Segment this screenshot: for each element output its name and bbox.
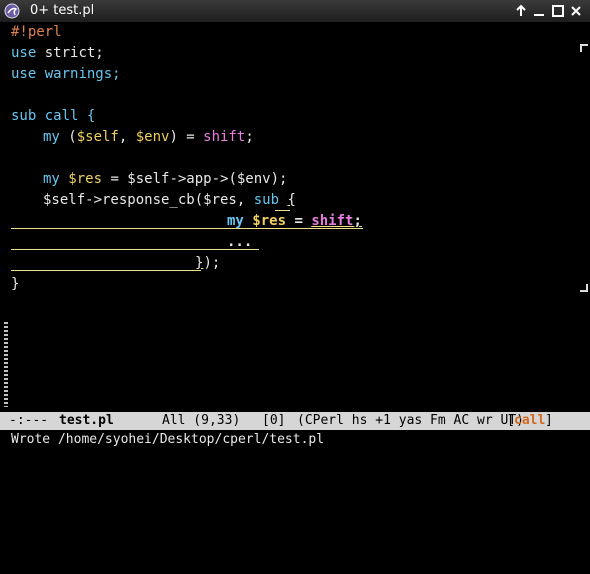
open-brace: { bbox=[287, 192, 296, 208]
modeline-status: -:--- bbox=[9, 413, 49, 428]
keyword: sub bbox=[253, 192, 280, 208]
modeline-position: All (9,33) bbox=[162, 413, 241, 428]
builtin-function: shift bbox=[203, 129, 246, 145]
variable: $env bbox=[135, 129, 170, 145]
function-name: call { bbox=[36, 108, 96, 124]
code-text: ); bbox=[203, 255, 221, 271]
variable: $res bbox=[68, 171, 103, 187]
code-line-3: use warnings; bbox=[11, 64, 121, 85]
code-text: strict; bbox=[36, 45, 104, 61]
builtin-function: shift bbox=[311, 213, 354, 229]
window-titlebar[interactable]: 0+ test.pl bbox=[0, 0, 590, 23]
window-title: 0+ test.pl bbox=[30, 3, 95, 18]
keyword: use bbox=[11, 66, 37, 82]
emacs-gnu-icon bbox=[4, 3, 20, 19]
code-editor[interactable]: #!perl use strict; use warnings; sub cal… bbox=[0, 22, 590, 412]
code-line-1: #!perl bbox=[11, 24, 62, 40]
close-icon[interactable] bbox=[568, 3, 584, 19]
echo-area[interactable]: Wrote /home/syohei/Desktop/cperl/test.pl bbox=[0, 430, 590, 451]
code-text: ( bbox=[59, 129, 77, 145]
keyword: use bbox=[11, 45, 37, 61]
code-text: = bbox=[286, 213, 312, 229]
modeline-modes[interactable]: (CPerl hs +1 yas Fm AC wr UT) bbox=[297, 412, 524, 430]
keyword: my bbox=[43, 171, 60, 187]
code-line-11: ... bbox=[227, 234, 253, 250]
variable: $self bbox=[76, 129, 119, 145]
arrow-up-icon[interactable] bbox=[513, 3, 529, 19]
fringe-end-mark bbox=[580, 284, 588, 292]
code-text: = $self->app->($env); bbox=[102, 171, 288, 187]
code-line-5: sub call { bbox=[11, 106, 95, 127]
code-text: $self->response_cb($res, bbox=[43, 192, 254, 208]
code-line-10: my $res = shift; bbox=[227, 211, 362, 232]
code-text: ) = bbox=[169, 129, 204, 145]
code-text: , bbox=[118, 129, 136, 145]
code-text: ; bbox=[245, 129, 254, 145]
code-line-9: $self->response_cb($res, sub { bbox=[43, 190, 296, 211]
code-text: ; bbox=[353, 213, 362, 229]
minimize-icon[interactable] bbox=[531, 3, 547, 19]
code-line-13: } bbox=[11, 276, 20, 292]
modeline-which-func-close: ] bbox=[545, 413, 553, 428]
keyword: my bbox=[43, 129, 60, 145]
fringe-cursor-mark bbox=[580, 44, 588, 52]
variable: $res bbox=[252, 213, 287, 229]
fringe-indicator bbox=[4, 322, 8, 407]
code-line-12: }); bbox=[195, 253, 220, 274]
code-line-2: use strict; bbox=[11, 43, 104, 64]
code-line-8: my $res = $self->app->($env); bbox=[43, 169, 287, 190]
maximize-icon[interactable] bbox=[550, 3, 566, 19]
mode-line[interactable]: -:--- test.pl All (9,33) [0] (CPerl hs +… bbox=[0, 412, 590, 430]
code-text: warnings; bbox=[36, 66, 121, 82]
modeline-which-func[interactable]: call bbox=[514, 412, 545, 430]
modeline-depth: [0] bbox=[262, 413, 286, 428]
code-line-6: my ($self, $env) = shift; bbox=[43, 127, 254, 148]
keyword: my bbox=[227, 213, 244, 229]
block-highlight-rule bbox=[11, 249, 259, 250]
keyword: sub bbox=[11, 108, 37, 124]
modeline-buffer-name[interactable]: test.pl bbox=[59, 412, 114, 430]
echo-message: Wrote /home/syohei/Desktop/cperl/test.pl bbox=[11, 432, 325, 447]
block-highlight-rule bbox=[11, 270, 201, 271]
